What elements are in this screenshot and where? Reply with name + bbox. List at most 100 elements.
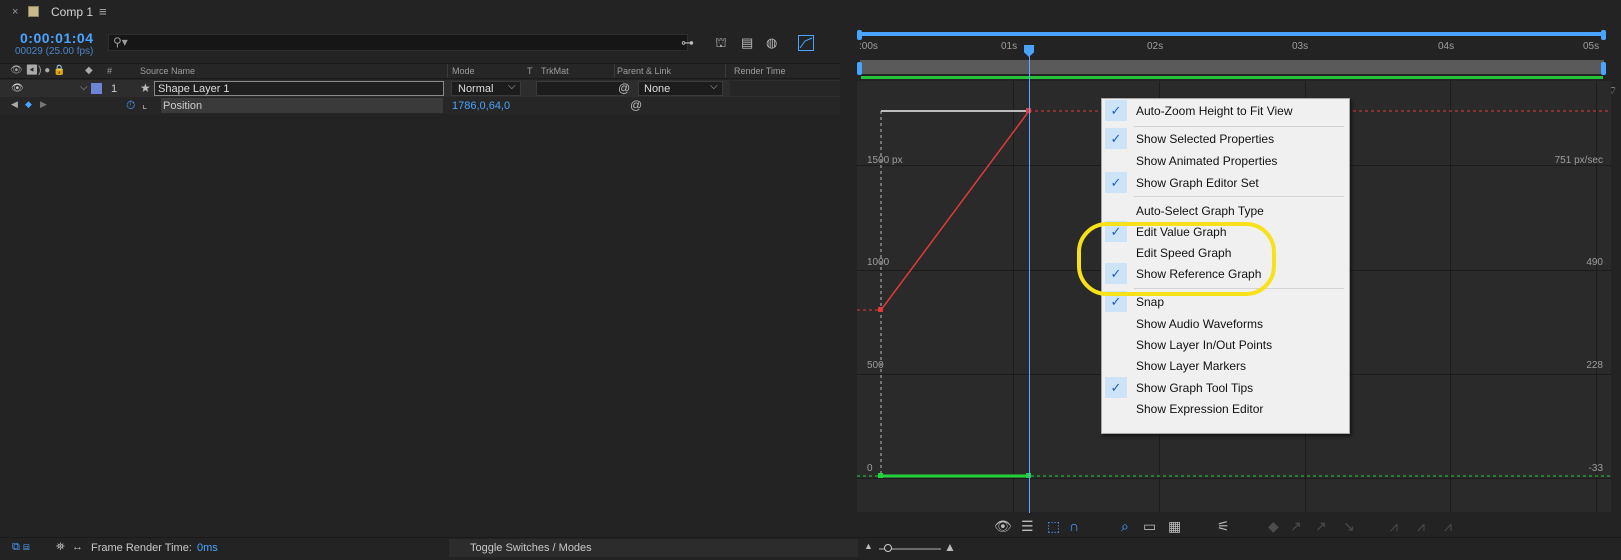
frame-render-label: Frame Render Time: bbox=[91, 542, 192, 554]
y-axis-label-left: 1500 px bbox=[867, 155, 903, 166]
parent-link-header[interactable]: Parent & Link bbox=[617, 66, 671, 76]
convert-to-linear-icon: ↗ bbox=[1290, 518, 1302, 534]
next-keyframe-icon[interactable]: ▶ bbox=[40, 99, 47, 110]
snap-magnet-icon[interactable]: ∩ bbox=[1069, 518, 1079, 534]
easy-ease-in-icon: ⩘ bbox=[1390, 518, 1398, 534]
search-input[interactable] bbox=[108, 34, 688, 51]
keyframe-marker[interactable] bbox=[878, 307, 883, 312]
menu-item-show-layer-in-out-points[interactable]: ✓Show Layer In/Out Points bbox=[1102, 334, 1349, 356]
graph-editor-icon[interactable] bbox=[798, 35, 814, 54]
comp-icon bbox=[28, 6, 39, 17]
ruler-tick-label: 02s bbox=[1147, 41, 1164, 52]
zoom-in-icon[interactable]: ▲ bbox=[944, 540, 956, 554]
menu-item-show-expression-editor[interactable]: ✓Show Expression Editor bbox=[1102, 398, 1349, 420]
trkmat-dropdown[interactable] bbox=[536, 81, 624, 96]
graph-options-icon[interactable]: ☰ bbox=[1021, 518, 1034, 535]
menu-item-show-graph-editor-set[interactable]: ✓ Show Graph Editor Set bbox=[1102, 172, 1349, 194]
menu-item-auto-zoom-height-to-fit-view[interactable]: ✓ Auto-Zoom Height to Fit View bbox=[1102, 100, 1349, 122]
render-time-cell bbox=[730, 81, 840, 96]
mode-header[interactable]: Mode bbox=[452, 66, 475, 76]
zoom-out-icon[interactable]: ▲ bbox=[864, 541, 873, 551]
menu-item-show-layer-markers[interactable]: ✓Show Layer Markers bbox=[1102, 355, 1349, 377]
ruler-tick-label: :00s bbox=[859, 41, 878, 52]
fit-selection-icon[interactable]: ⌕ bbox=[1121, 518, 1129, 535]
convert-to-auto-bezier-icon: ↗ bbox=[1315, 518, 1327, 534]
menu-item-show-animated-properties[interactable]: ✓Show Animated Properties bbox=[1102, 150, 1349, 172]
position-value[interactable]: 1786,0,64,0 bbox=[452, 100, 510, 112]
render-time-header[interactable]: Render Time bbox=[734, 66, 786, 76]
frame-blending-icon[interactable]: ▤ bbox=[741, 35, 753, 51]
source-name-header[interactable]: Source Name bbox=[140, 66, 195, 76]
layer-name: Shape Layer 1 bbox=[158, 83, 230, 95]
layer-switches-icon[interactable]: ⧉ ⧈ bbox=[12, 541, 30, 554]
menu-item-show-selected-properties[interactable]: ✓ Show Selected Properties bbox=[1102, 128, 1349, 150]
checkmark-icon: ✓ bbox=[1105, 377, 1127, 398]
easy-ease-out-icon: ⩘ bbox=[1417, 518, 1425, 534]
menu-separator bbox=[1134, 126, 1344, 127]
shape-layer-star-icon: ★ bbox=[140, 81, 151, 95]
comp-tab-bar bbox=[0, 0, 1621, 25]
layer-number: 1 bbox=[111, 83, 118, 95]
toggle-switches-modes-label: Toggle Switches / Modes bbox=[470, 542, 592, 554]
current-time-display[interactable]: 0:00:01:04 bbox=[20, 30, 94, 46]
layer-duration-bar bbox=[861, 76, 1603, 79]
y-axis-label-right: 490 bbox=[1586, 257, 1603, 268]
menu-separator bbox=[1134, 196, 1344, 197]
in-out-duration-icon[interactable]: ↔ bbox=[72, 541, 83, 553]
prev-keyframe-icon[interactable]: ◀ bbox=[11, 99, 18, 110]
menu-item-auto-select-graph-type[interactable]: ✓Auto-Select Graph Type bbox=[1102, 200, 1349, 222]
separate-dimensions-icon[interactable]: ▦ bbox=[1168, 518, 1181, 535]
trkmat-header[interactable]: TrkMat bbox=[541, 66, 569, 76]
twirl-down-icon[interactable]: ⌵ bbox=[80, 82, 88, 93]
layer-label-color[interactable] bbox=[91, 83, 102, 94]
work-area-bar[interactable] bbox=[860, 32, 1604, 36]
choose-visible-properties-icon[interactable]: 👁 bbox=[994, 518, 1012, 535]
work-area-start-handle[interactable] bbox=[857, 30, 862, 40]
y-axis-label-right: 751 px/sec bbox=[1554, 155, 1603, 166]
column-divider bbox=[447, 64, 448, 78]
convert-to-hold-icon: ◆ bbox=[1268, 518, 1279, 534]
stopwatch-icon[interactable]: ⏱ bbox=[126, 98, 135, 113]
menu-item-show-audio-waveforms[interactable]: ✓Show Audio Waveforms bbox=[1102, 313, 1349, 335]
keyframe-marker[interactable] bbox=[878, 473, 883, 478]
value-curve bbox=[880, 110, 1030, 311]
motion-blur-icon[interactable]: ◍ bbox=[766, 35, 777, 51]
frame-render-value: 0ms bbox=[197, 542, 218, 554]
checkmark-icon: ✓ bbox=[1105, 100, 1127, 121]
y-axis-label-right: 228 bbox=[1586, 360, 1603, 371]
add-keyframe-icon[interactable]: ◆ bbox=[25, 99, 32, 110]
ruler-tick-label: 03s bbox=[1292, 41, 1309, 52]
close-tab-button[interactable]: × bbox=[12, 6, 18, 18]
frame-count: 00029 (25.00 fps) bbox=[15, 46, 94, 57]
comp-tab-title[interactable]: Comp 1 bbox=[51, 5, 93, 19]
comp-mini-flowchart-icon[interactable]: ⊶ bbox=[681, 35, 694, 51]
zoom-slider-thumb[interactable] bbox=[884, 544, 892, 552]
transfer-controls-icon[interactable]: ⛯ bbox=[56, 541, 65, 554]
panel-menu-icon[interactable]: ≡ bbox=[99, 4, 107, 19]
parent-value: None bbox=[644, 83, 671, 95]
checkmark-icon: ✓ bbox=[1105, 128, 1127, 149]
column-divider bbox=[725, 64, 726, 78]
edit-keyframe-icon[interactable]: ⚟ bbox=[1217, 518, 1230, 535]
search-icon: ⚲▾ bbox=[113, 35, 128, 49]
navigator-start-handle[interactable] bbox=[857, 62, 862, 75]
visibility-eye-icon[interactable]: 👁 bbox=[11, 83, 24, 94]
fit-all-icon[interactable]: ▭ bbox=[1143, 518, 1156, 535]
navigator-end-handle[interactable] bbox=[1601, 62, 1606, 75]
pick-whip-icon[interactable]: @ bbox=[630, 98, 642, 112]
time-navigator-bar[interactable] bbox=[860, 60, 1604, 74]
checkmark-icon: ✓ bbox=[1105, 172, 1127, 193]
easy-ease-icon: ↘ bbox=[1343, 518, 1355, 534]
t-header: T bbox=[527, 66, 533, 76]
y-axis-label-left: 1000 bbox=[867, 257, 890, 268]
menu-item-show-graph-tool-tips[interactable]: ✓ Show Graph Tool Tips bbox=[1102, 377, 1349, 399]
current-time-indicator-line[interactable] bbox=[1029, 50, 1030, 513]
draft-3d-icon[interactable]: ⛫ bbox=[715, 35, 727, 53]
work-area-end-handle[interactable] bbox=[1601, 30, 1606, 40]
graph-toggle-icon[interactable]: ⌞ bbox=[142, 98, 147, 111]
layer-column-header bbox=[0, 63, 840, 79]
transform-box-icon[interactable]: ⬚ bbox=[1047, 518, 1060, 535]
pick-whip-icon[interactable]: @ bbox=[618, 81, 630, 95]
y-axis-label-left: 0 bbox=[867, 463, 873, 474]
highlight-annotation bbox=[1077, 222, 1276, 296]
